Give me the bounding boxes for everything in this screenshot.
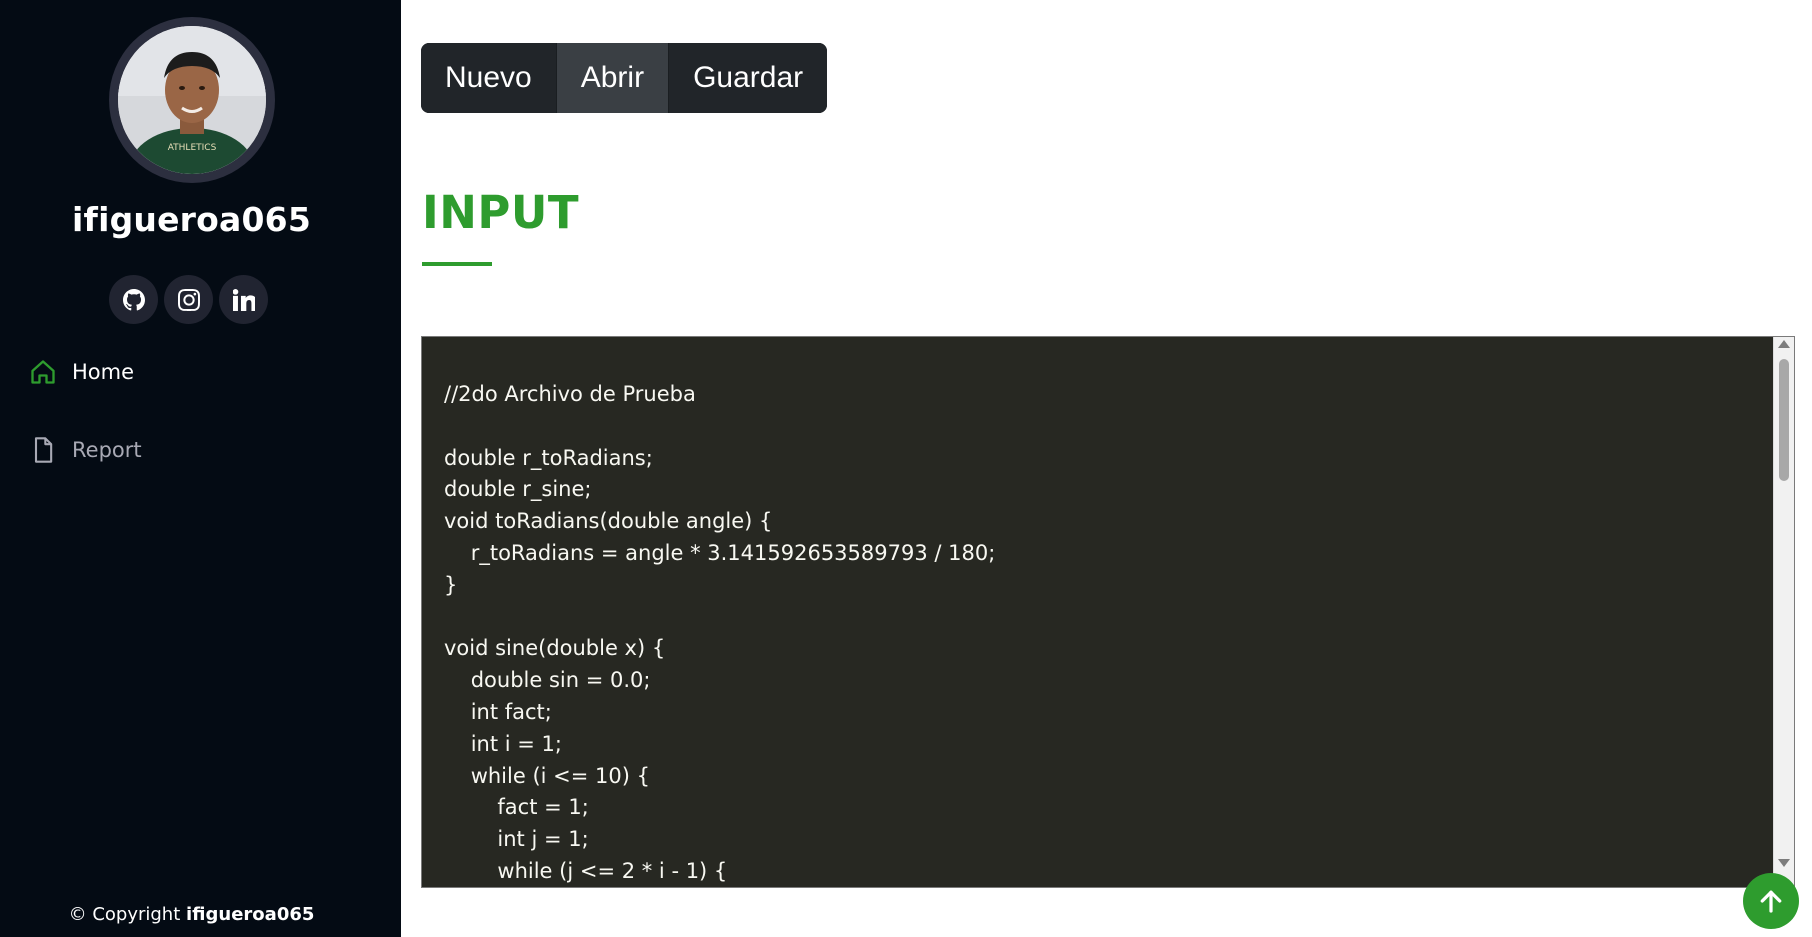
github-icon — [122, 288, 145, 310]
scroll-up-arrow-icon[interactable] — [1778, 340, 1790, 348]
copyright: © Copyright ifigueroa065 — [0, 904, 383, 925]
linkedin-icon — [232, 288, 255, 311]
sidebar-item-report[interactable]: Report — [0, 430, 401, 470]
sidebar-item-label: Home — [72, 360, 135, 384]
scroll-thumb[interactable] — [1779, 359, 1789, 481]
avatar-image: ATHLETICS — [118, 26, 266, 174]
section-title: INPUT — [422, 186, 580, 239]
file-icon — [29, 436, 57, 464]
sidebar-item-home[interactable]: Home — [0, 352, 401, 392]
sidebar: ATHLETICS ifigueroa065 Home Report © Cop… — [0, 0, 401, 937]
profile-username: ifigueroa065 — [72, 200, 311, 239]
github-link[interactable] — [109, 275, 158, 324]
save-button[interactable]: Guardar — [669, 43, 828, 113]
home-icon — [29, 358, 57, 386]
code-content[interactable]: //2do Archivo de Prueba double r_toRadia… — [444, 379, 995, 887]
copyright-prefix: © Copyright — [68, 904, 181, 925]
copyright-name: ifigueroa065 — [186, 904, 315, 925]
title-underline — [422, 262, 492, 266]
open-button[interactable]: Abrir — [556, 43, 670, 113]
instagram-link[interactable] — [164, 275, 213, 324]
sidebar-item-label: Report — [72, 438, 142, 462]
svg-text:ATHLETICS: ATHLETICS — [168, 143, 217, 153]
linkedin-link[interactable] — [219, 275, 268, 324]
instagram-icon — [177, 288, 200, 311]
avatar-frame: ATHLETICS — [109, 17, 275, 183]
code-editor[interactable]: //2do Archivo de Prueba double r_toRadia… — [421, 336, 1795, 888]
editor-scrollbar[interactable] — [1773, 337, 1794, 887]
file-toolbar: Nuevo Abrir Guardar — [421, 43, 828, 113]
avatar: ATHLETICS — [118, 26, 266, 174]
arrow-up-icon — [1760, 890, 1782, 913]
social-links — [109, 275, 268, 324]
scroll-down-arrow-icon[interactable] — [1778, 859, 1790, 867]
sidebar-nav: Home Report — [0, 352, 401, 508]
back-to-top-button[interactable] — [1743, 873, 1799, 929]
new-button[interactable]: Nuevo — [421, 43, 557, 113]
